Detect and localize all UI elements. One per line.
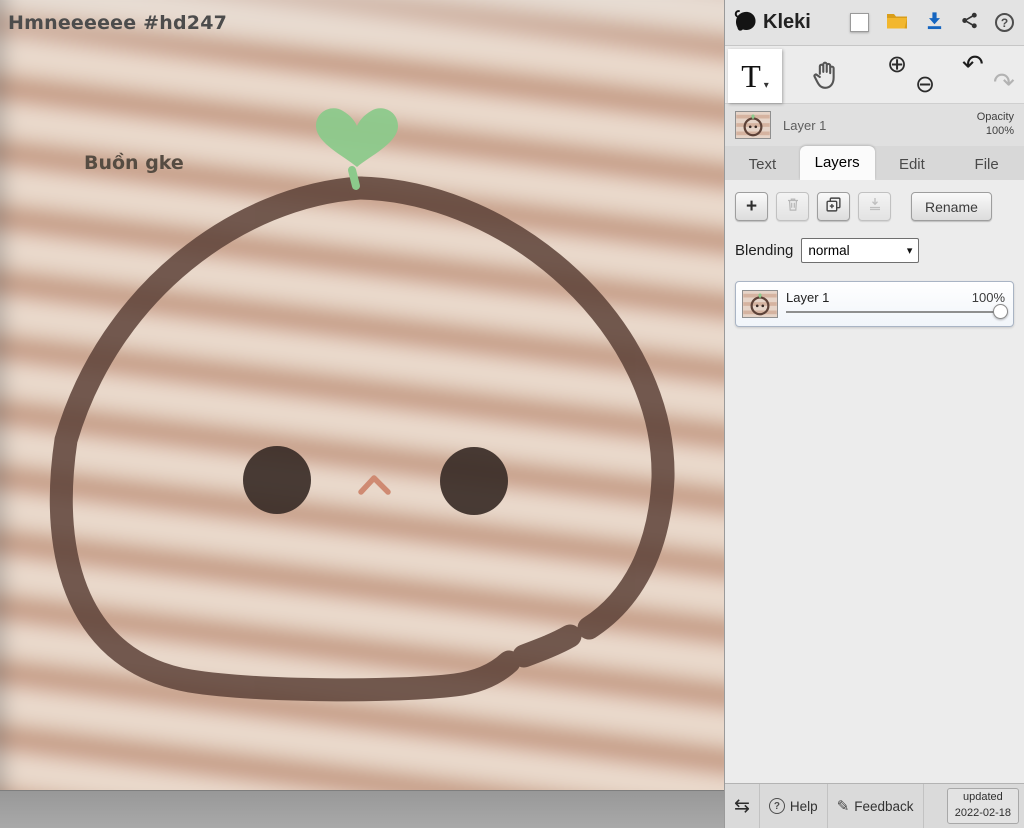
rename-label: Rename [925, 198, 978, 215]
text-tool-icon: T [741, 58, 761, 94]
redo-button[interactable]: ↷ [993, 70, 1015, 96]
layer-thumbnail [735, 111, 771, 139]
duplicate-layer-button[interactable] [817, 192, 850, 221]
app-name: Kleki [763, 11, 811, 33]
layers-panel: + Rename Blending normal ▾ Layer 1 100% [725, 180, 1024, 783]
blending-value: normal [808, 243, 850, 258]
left-eye [243, 446, 311, 514]
trash-icon [785, 196, 801, 218]
drawing-artwork [49, 108, 675, 702]
swap-tool-button[interactable]: ⇆ [725, 784, 760, 828]
help-footer-button[interactable]: ? Help [760, 784, 828, 828]
tool-bar: T ▾ ⊕ ⊖ ↶ ↷ [725, 46, 1024, 104]
zoom-out-icon: ⊖ [915, 71, 936, 98]
blob-outline-dash [512, 624, 582, 668]
new-file-icon [850, 13, 869, 32]
kleki-app: Hmneeeeee #hd247 Buồn gke Kleki ? T ▾ ⊕ … [0, 0, 1024, 828]
hand-tool-button[interactable] [811, 59, 841, 96]
folder-icon [886, 12, 908, 34]
chevron-down-icon: ▾ [763, 79, 769, 91]
add-layer-button[interactable]: + [735, 192, 768, 221]
panel-tabs: Text Layers Edit File [725, 146, 1024, 180]
slider-track[interactable] [786, 311, 1001, 313]
help-label: Help [789, 798, 818, 814]
help-button[interactable]: ? [995, 13, 1014, 32]
tab-edit[interactable]: Edit [875, 150, 950, 180]
blending-select[interactable]: normal ▾ [801, 238, 920, 263]
current-layer-name: Layer 1 [783, 117, 827, 133]
redo-icon: ↷ [993, 68, 1015, 98]
merge-down-icon [867, 196, 883, 217]
opacity-label: Opacity [976, 111, 1014, 124]
share-button[interactable] [961, 12, 978, 34]
slider-knob[interactable] [993, 304, 1008, 319]
opacity-value: 100% [985, 125, 1014, 137]
current-layer-bar: Layer 1 Opacity 100% [725, 104, 1024, 146]
zoom-in-icon: ⊕ [887, 51, 908, 78]
kleki-logo-icon [733, 8, 758, 38]
feedback-button[interactable]: ✎ Feedback [828, 784, 924, 828]
swap-arrows-icon: ⇆ [734, 795, 750, 817]
canvas-title-text: Hmneeeeee #hd247 [8, 12, 228, 34]
duplicate-icon [825, 196, 842, 218]
plus-icon: + [745, 196, 758, 217]
layer-list-item[interactable]: Layer 1 100% [735, 281, 1014, 327]
tab-text[interactable]: Text [725, 150, 800, 180]
open-file-button[interactable] [886, 12, 908, 34]
layer-opacity-slider[interactable] [786, 304, 1008, 319]
panel-footer: ⇆ ? Help ✎ Feedback updated 2022-02-18 [725, 783, 1024, 828]
blob-outline-left [49, 176, 521, 702]
layer-item-main: Layer 1 100% [786, 290, 1008, 319]
select-caret-icon: ▾ [906, 245, 913, 257]
delete-layer-button[interactable] [776, 192, 809, 221]
updated-version-button[interactable]: updated 2022-02-18 [946, 788, 1019, 824]
layer-item-thumbnail [742, 290, 778, 318]
new-file-button[interactable] [850, 13, 869, 32]
blending-label: Blending [735, 242, 794, 259]
help-icon: ? [995, 13, 1014, 32]
panel-header: Kleki ? [725, 0, 1024, 46]
blob-outline-right [348, 176, 675, 640]
share-icon [961, 12, 978, 34]
drawing-canvas[interactable]: Hmneeeeee #hd247 Buồn gke [0, 0, 724, 828]
blending-row: Blending normal ▾ [735, 238, 1014, 263]
layer-item-opacity: 100% [971, 290, 1005, 305]
feedback-label: Feedback [854, 798, 914, 814]
download-button[interactable] [925, 11, 944, 35]
merge-down-button[interactable] [858, 192, 891, 221]
right-eye [440, 447, 508, 515]
hand-icon [811, 61, 841, 95]
sprout-stem [348, 166, 360, 190]
zoom-in-button[interactable]: ⊕ [887, 53, 907, 77]
heart-sprout [316, 108, 398, 167]
download-icon [925, 11, 944, 35]
nose-caret [358, 475, 391, 495]
text-tool-button[interactable]: T ▾ [728, 49, 782, 103]
canvas-caption-text: Buồn gke [84, 152, 184, 174]
layer-item-name: Layer 1 [786, 290, 830, 305]
undo-icon: ↶ [962, 50, 984, 80]
canvas-bottom-bar [0, 790, 724, 828]
updated-date: 2022-02-18 [954, 807, 1011, 819]
tab-file[interactable]: File [949, 150, 1024, 180]
opacity-readout: Opacity 100% [977, 111, 1014, 139]
layer-actions-row: + Rename [735, 192, 1014, 221]
help-circle-icon: ? [768, 798, 785, 814]
pen-icon: ✎ [836, 797, 850, 815]
side-panel: Kleki ? T ▾ ⊕ ⊖ ↶ ↷ Layer 1 Opacity 100%… [724, 0, 1024, 828]
rename-button[interactable]: Rename [911, 192, 992, 221]
tab-layers[interactable]: Layers [799, 146, 875, 180]
zoom-out-button[interactable]: ⊖ [915, 73, 935, 97]
updated-label: updated [962, 791, 1003, 804]
undo-button[interactable]: ↶ [962, 52, 984, 78]
